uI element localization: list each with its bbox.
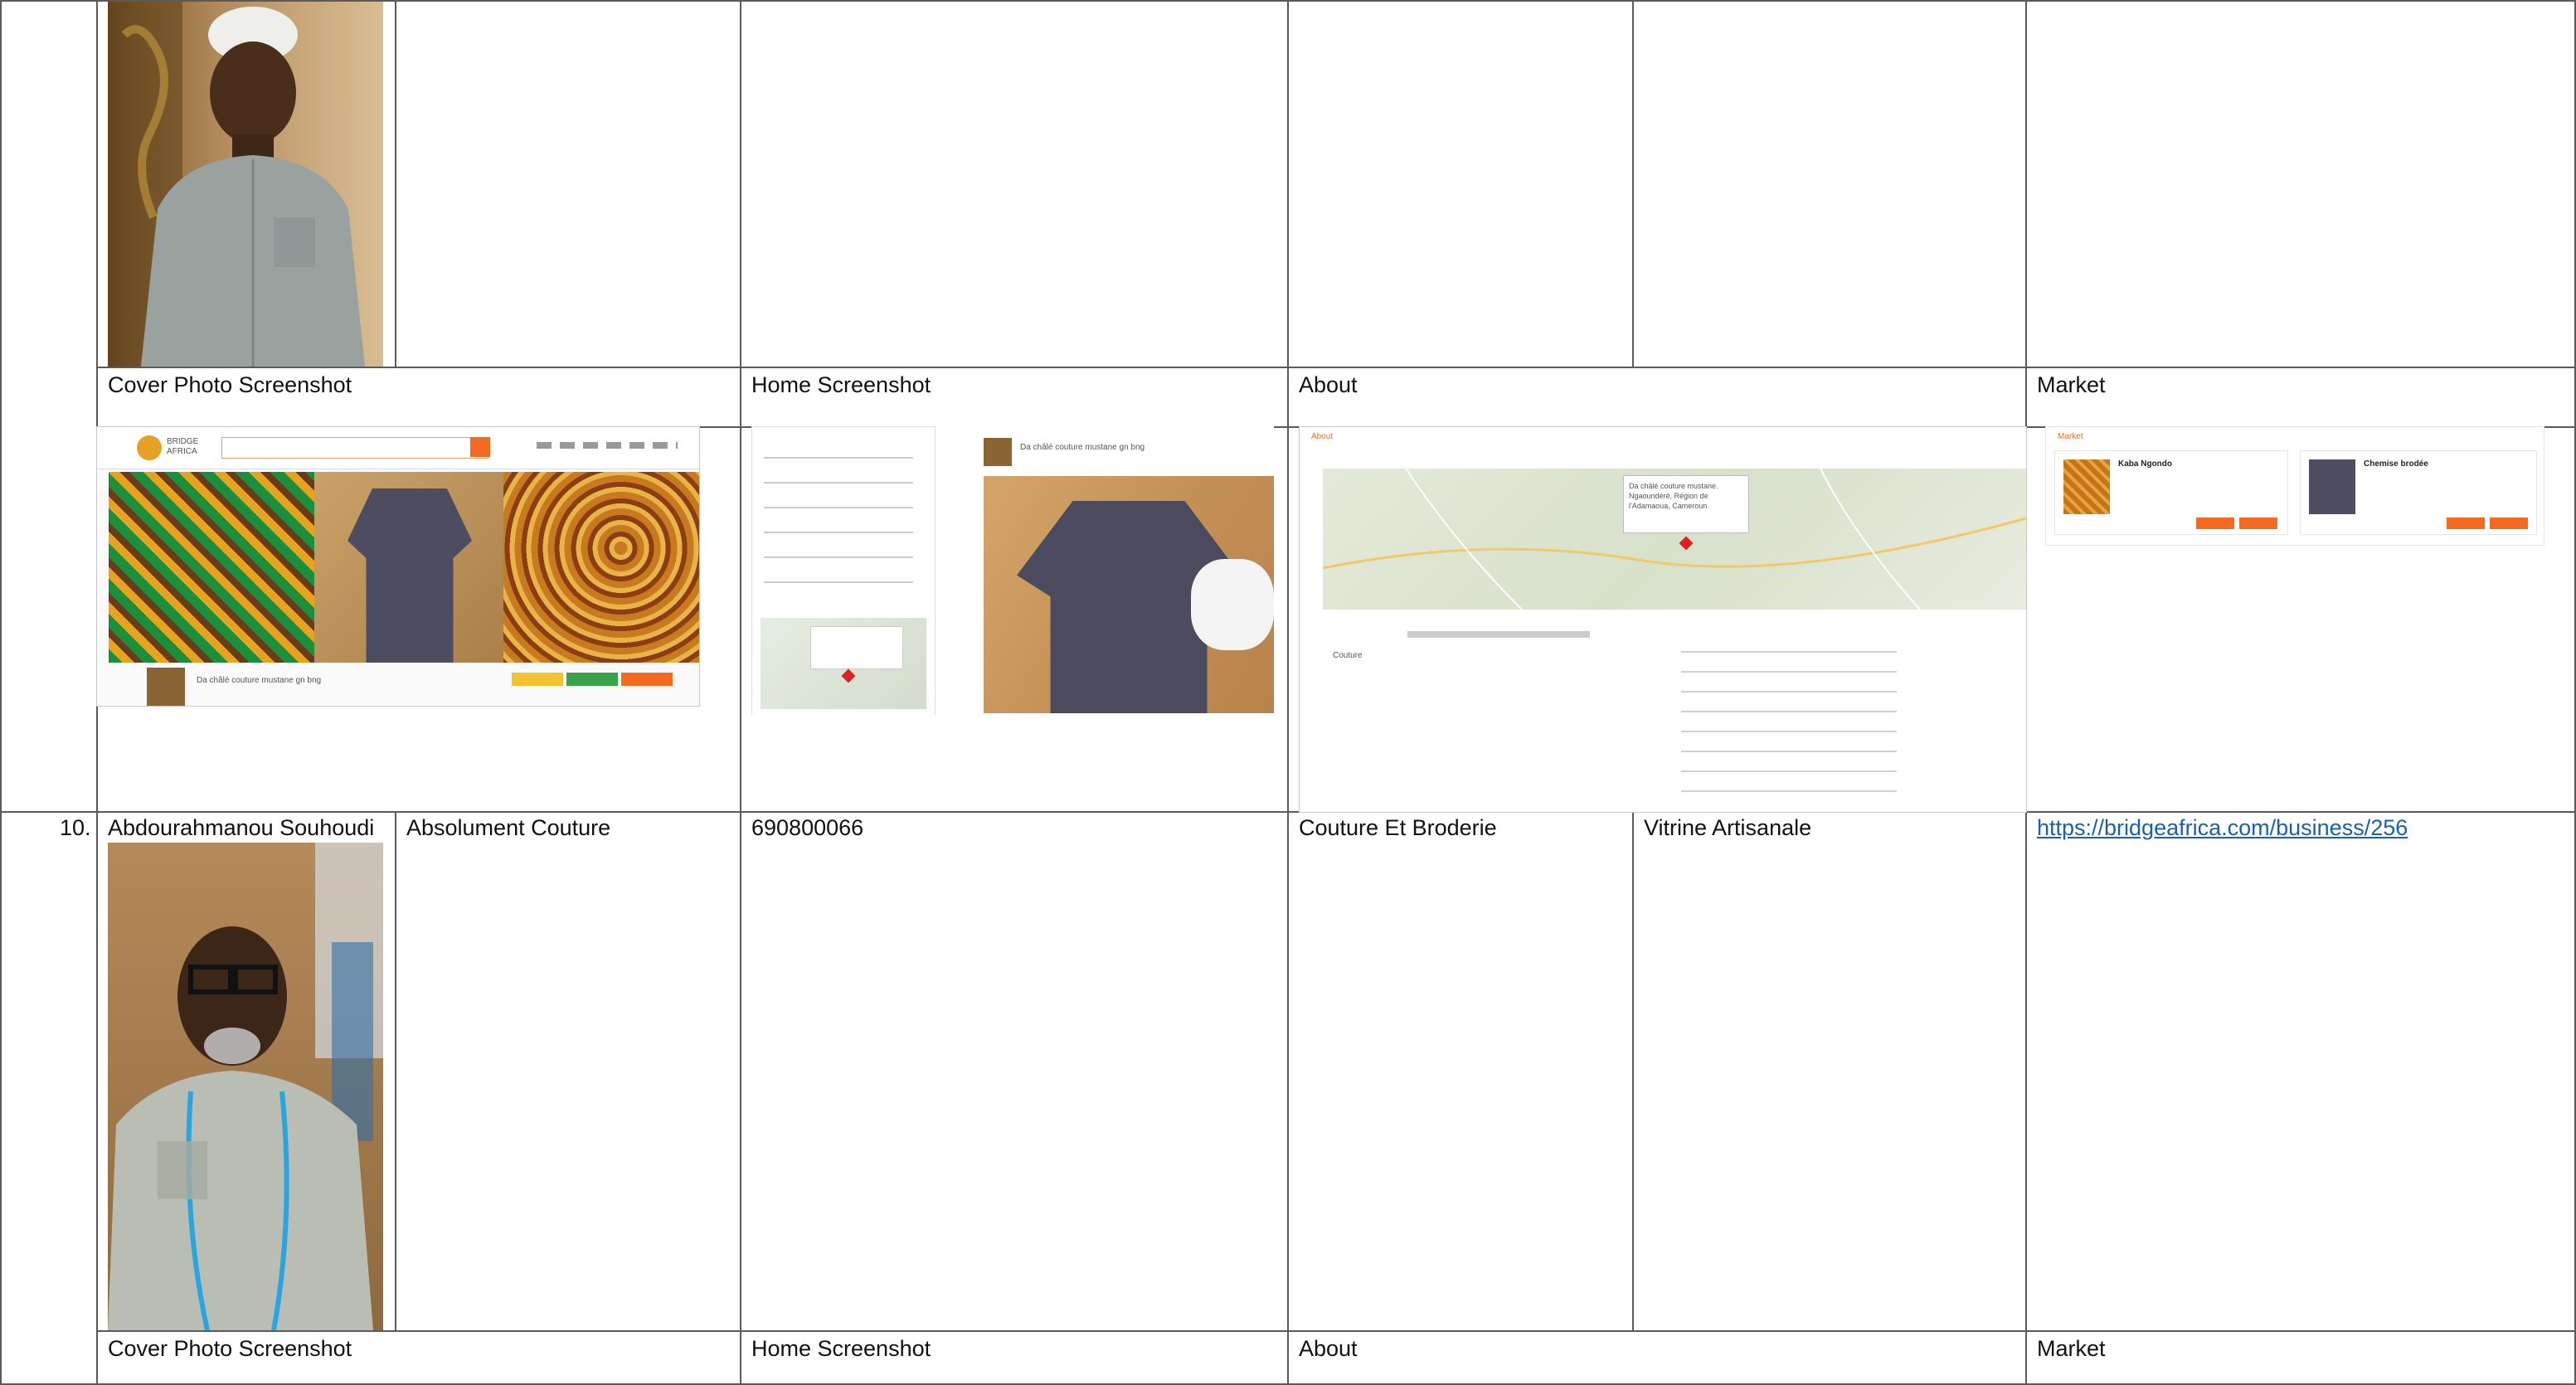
about-map: Da châlé couture mustane. Ngaoundéré, Ré… <box>1323 469 2026 610</box>
home-screenshot-label: Home Screenshot <box>751 372 931 397</box>
post-title: Da châlé couture mustane gn bng <box>1020 443 1145 452</box>
home-screenshot: Da châlé couture mustane gn bng <box>751 426 1274 715</box>
product-image-shirt <box>314 472 513 663</box>
market-item-title: Kaba Ngondo <box>2118 459 2172 469</box>
market-buy-button <box>2447 518 2485 529</box>
subcategory: Vitrine Artisanale <box>1644 815 1812 840</box>
about-info-list <box>1681 639 1897 805</box>
grid-line <box>0 0 2 1385</box>
market-buy-button <box>2196 518 2234 529</box>
logo-text: BRIDGE AFRICA <box>167 437 199 456</box>
grid-line <box>395 0 396 367</box>
business-title: Da châlé couture mustane gn bng <box>197 676 322 685</box>
row-index: 10. <box>60 815 91 840</box>
about-title-line <box>1407 631 1590 638</box>
home-sidebar <box>751 426 936 715</box>
grid-line <box>96 367 2576 368</box>
market-item-title: Chemise brodée <box>2364 459 2428 469</box>
about-label: About <box>1299 372 1358 397</box>
grid-line <box>395 811 396 1330</box>
grid-line <box>1632 811 1634 1330</box>
category: Couture Et Broderie <box>1299 815 1497 840</box>
sidebar-map <box>761 618 926 709</box>
cover-topbar: BRIDGE AFRICA <box>97 427 699 469</box>
business-profile-link[interactable]: https://bridgeafrica.com/business/256 <box>2037 814 2408 841</box>
market-item-image <box>2063 459 2110 514</box>
grid-line <box>740 811 741 1385</box>
market-label: Market <box>2037 1336 2106 1361</box>
market-header: Market <box>2058 432 2083 441</box>
market-cart-button <box>2490 518 2528 529</box>
cover-photo-label: Cover Photo Screenshot <box>108 1336 352 1361</box>
message-button <box>566 673 618 686</box>
market-label: Market <box>2037 372 2106 397</box>
search-icon <box>470 437 490 457</box>
about-label: About <box>1299 1336 1358 1361</box>
about-category: Couture <box>1333 651 1363 660</box>
owner-portrait-photo <box>108 843 383 1330</box>
grid-line <box>740 0 741 811</box>
business-name: Absolument Couture <box>406 815 611 840</box>
about-screenshot: About Da châlé couture mustane. Ngaoundé… <box>1299 426 2027 813</box>
post-avatar <box>984 438 1012 466</box>
grid-line <box>1287 811 1289 1385</box>
market-screenshot: Market Kaba Ngondo Chemise brodée <box>2045 426 2544 546</box>
product-image-dress <box>109 472 316 663</box>
home-post: Da châlé couture mustane gn bng <box>984 438 1274 715</box>
cover-photo-label: Cover Photo Screenshot <box>108 372 352 397</box>
bridge-africa-logo-icon <box>137 435 162 460</box>
map-popup: Da châlé couture mustane. Ngaoundéré, Ré… <box>1623 475 1749 533</box>
sidebar-info-list <box>764 445 913 603</box>
follow-button <box>512 673 563 686</box>
market-item-card: Chemise brodée <box>2300 450 2537 535</box>
post-image <box>984 476 1274 713</box>
profile-thumbnail <box>147 668 185 706</box>
search-bar <box>221 437 488 459</box>
nav-links <box>537 442 678 449</box>
phone-number: 690800066 <box>751 815 864 840</box>
grid-line <box>2025 811 2027 1385</box>
cover-screenshot: BRIDGE AFRICA Da châlé couture mustane g… <box>96 426 700 707</box>
call-button <box>621 673 673 686</box>
grid-line <box>1632 0 1634 367</box>
about-header: About <box>1311 432 1334 441</box>
grid-line <box>1287 0 1289 811</box>
grid-line <box>96 1330 2576 1332</box>
market-item-image <box>2309 459 2355 514</box>
home-screenshot-label: Home Screenshot <box>751 1336 931 1361</box>
market-item-card: Kaba Ngondo <box>2054 450 2288 535</box>
market-cart-button <box>2239 518 2277 529</box>
owner-portrait-photo <box>108 2 383 367</box>
map-pin-icon <box>841 668 856 683</box>
product-image-gown <box>503 472 699 663</box>
owner-name: Abdourahmanou Souhoudi <box>108 815 375 840</box>
